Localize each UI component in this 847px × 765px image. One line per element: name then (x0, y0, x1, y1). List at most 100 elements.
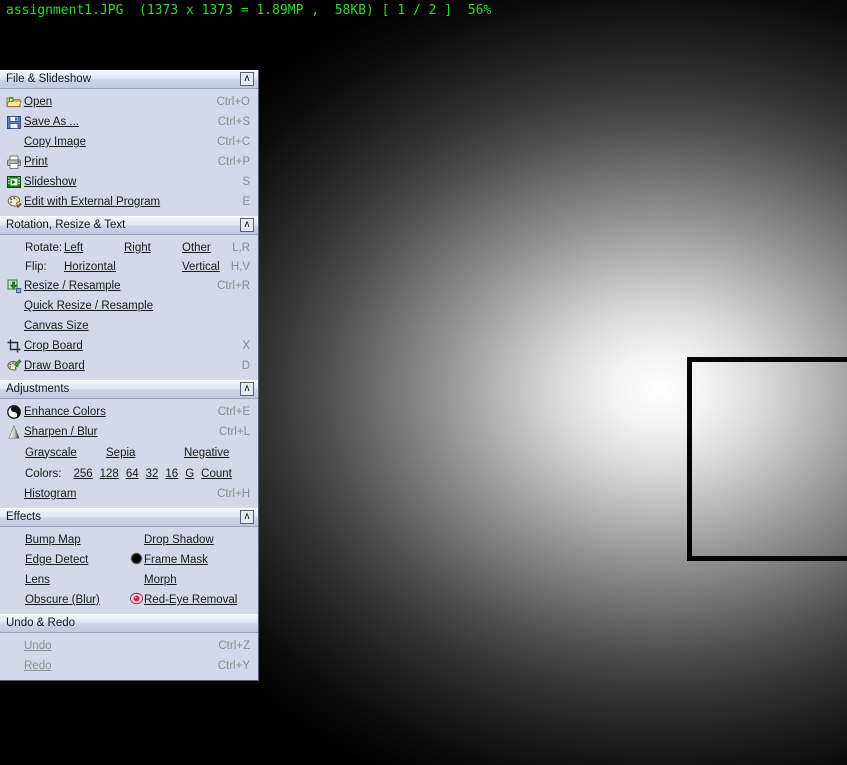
no-icon (130, 532, 144, 548)
collapse-up-icon[interactable]: ʌ (240, 72, 254, 86)
menu-item-slideshow[interactable]: Slideshow S (0, 172, 258, 192)
section-rotation-resize-text: Rotation, Resize & Text ʌ Rotate: Left R… (0, 216, 258, 380)
menu-item-label[interactable]: Print (24, 152, 48, 172)
menu-item-label[interactable]: Quick Resize / Resample (24, 296, 153, 316)
effects-row: Bump Map Drop Shadow (0, 530, 258, 550)
section-body-rotation-resize-text: Rotate: Left Right Other L,R Flip: Horiz… (0, 235, 258, 380)
menu-item-open[interactable]: Open Ctrl+O (0, 92, 258, 112)
save-disk-icon (6, 114, 24, 130)
contrast-circle-icon (6, 404, 24, 420)
effects-row: Obscure (Blur) Red-Eye Removal (0, 590, 258, 610)
drop-shadow-button[interactable]: Drop Shadow (144, 534, 214, 546)
menu-item-canvas-size[interactable]: Canvas Size (0, 316, 258, 336)
menu-item-label[interactable]: Resize / Resample (24, 276, 121, 296)
colors-option-32[interactable]: 32 (146, 468, 159, 480)
bump-map-button[interactable]: Bump Map (25, 534, 81, 546)
menu-item-shortcut: Ctrl+Z (218, 640, 250, 652)
menu-item-shortcut: Ctrl+R (217, 280, 250, 292)
negative-button[interactable]: Negative (184, 447, 229, 459)
sharpen-blur-icon (6, 424, 24, 440)
colors-option-16[interactable]: 16 (165, 468, 178, 480)
menu-item-label[interactable]: Save As ... (24, 112, 79, 132)
section-title: Adjustments (6, 383, 70, 395)
section-body-effects: Bump Map Drop Shadow Edge Detect Frame M… (0, 527, 258, 614)
collapse-up-icon[interactable]: ʌ (240, 382, 254, 396)
menu-item-crop-board[interactable]: Crop Board X (0, 336, 258, 356)
section-adjustments: Adjustments ʌ Enhance Colors Ctrl+E Shar… (0, 380, 258, 508)
no-icon (6, 658, 24, 674)
crop-icon (6, 338, 24, 354)
collapse-up-icon[interactable]: ʌ (240, 510, 254, 524)
slideshow-icon (6, 174, 24, 190)
flip-vertical-button[interactable]: Vertical (182, 261, 220, 273)
section-body-adjustments: Enhance Colors Ctrl+E Sharpen / Blur Ctr… (0, 399, 258, 508)
frame-mask-selection-rectangle[interactable] (687, 357, 847, 561)
grayscale-button[interactable]: Grayscale (25, 447, 77, 459)
section-header-rotation-resize-text: Rotation, Resize & Text ʌ (0, 216, 258, 235)
section-title: Effects (6, 511, 41, 523)
menu-item-label[interactable]: Sharpen / Blur (24, 422, 98, 442)
menu-item-label[interactable]: Enhance Colors (24, 402, 106, 422)
tone-conversion-row: Grayscale Sepia Negative (0, 442, 258, 463)
colors-option-128[interactable]: 128 (100, 468, 119, 480)
flip-row: Flip: Horizontal Vertical H,V (0, 257, 258, 276)
menu-item-label[interactable]: Copy Image (24, 132, 86, 152)
menu-item-draw-board[interactable]: Draw Board D (0, 356, 258, 376)
colors-option-64[interactable]: 64 (126, 468, 139, 480)
rotate-right-button[interactable]: Right (124, 242, 151, 254)
morph-button[interactable]: Morph (144, 574, 177, 586)
menu-item-copy-image[interactable]: Copy Image Ctrl+C (0, 132, 258, 152)
resize-icon (6, 278, 24, 294)
menu-item-resize-resample[interactable]: Resize / Resample Ctrl+R (0, 276, 258, 296)
effects-row: Edge Detect Frame Mask (0, 550, 258, 570)
colors-option-grayscale[interactable]: G (185, 468, 194, 480)
menu-item-redo[interactable]: Redo Ctrl+Y (0, 656, 258, 676)
section-body-file-slideshow: Open Ctrl+O Save As ... Ctrl+S Copy Imag… (0, 89, 258, 216)
palette-brush-icon (6, 194, 24, 210)
menu-item-quick-resize-resample[interactable]: Quick Resize / Resample (0, 296, 258, 316)
menu-item-label[interactable]: Edit with External Program (24, 192, 160, 212)
menu-item-shortcut: Ctrl+L (219, 426, 250, 438)
menu-item-label[interactable]: Crop Board (24, 336, 83, 356)
menu-item-histogram[interactable]: Histogram Ctrl+H (0, 484, 258, 504)
menu-item-undo[interactable]: Undo Ctrl+Z (0, 636, 258, 656)
menu-item-shortcut: Ctrl+O (216, 96, 250, 108)
menu-item-sharpen-blur[interactable]: Sharpen / Blur Ctrl+L (0, 422, 258, 442)
menu-item-shortcut: D (241, 360, 250, 372)
menu-item-label[interactable]: Slideshow (24, 172, 76, 192)
menu-item-print[interactable]: Print Ctrl+P (0, 152, 258, 172)
menu-item-label[interactable]: Draw Board (24, 356, 85, 376)
rotate-left-button[interactable]: Left (64, 242, 83, 254)
menu-item-label[interactable]: Histogram (24, 484, 76, 504)
no-icon (6, 298, 24, 314)
image-info-bar: assignment1.JPG (1373 x 1373 = 1.89MP , … (6, 3, 492, 18)
flip-label: Flip: (25, 260, 47, 273)
menu-item-shortcut: Ctrl+E (217, 406, 250, 418)
menu-item-label[interactable]: Undo (24, 636, 52, 656)
colors-reduce-row: Colors: 256 128 64 32 16 G Count (0, 463, 258, 484)
obscure-blur-button[interactable]: Obscure (Blur) (25, 594, 100, 606)
edge-detect-button[interactable]: Edge Detect (25, 554, 88, 566)
menu-item-edit-external-program[interactable]: Edit with External Program E (0, 192, 258, 212)
section-header-file-slideshow: File & Slideshow ʌ (0, 70, 258, 89)
sepia-button[interactable]: Sepia (106, 447, 135, 459)
rotate-shortcut: L,R (232, 241, 250, 254)
menu-item-label[interactable]: Redo (24, 656, 52, 676)
collapse-up-icon[interactable]: ʌ (240, 218, 254, 232)
menu-item-shortcut: E (242, 196, 250, 208)
lens-button[interactable]: Lens (25, 574, 50, 586)
red-eye-removal-button[interactable]: Red-Eye Removal (144, 594, 237, 606)
menu-item-enhance-colors[interactable]: Enhance Colors Ctrl+E (0, 402, 258, 422)
no-icon (6, 486, 24, 502)
colors-option-count[interactable]: Count (201, 468, 232, 480)
no-icon (6, 318, 24, 334)
no-icon (6, 638, 24, 654)
menu-item-save-as[interactable]: Save As ... Ctrl+S (0, 112, 258, 132)
menu-item-label[interactable]: Canvas Size (24, 316, 89, 336)
rotate-other-button[interactable]: Other (182, 242, 211, 254)
effects-row: Lens Morph (0, 570, 258, 590)
colors-option-256[interactable]: 256 (73, 468, 92, 480)
menu-item-label[interactable]: Open (24, 92, 52, 112)
frame-mask-button[interactable]: Frame Mask (144, 554, 208, 566)
flip-horizontal-button[interactable]: Horizontal (64, 261, 116, 273)
